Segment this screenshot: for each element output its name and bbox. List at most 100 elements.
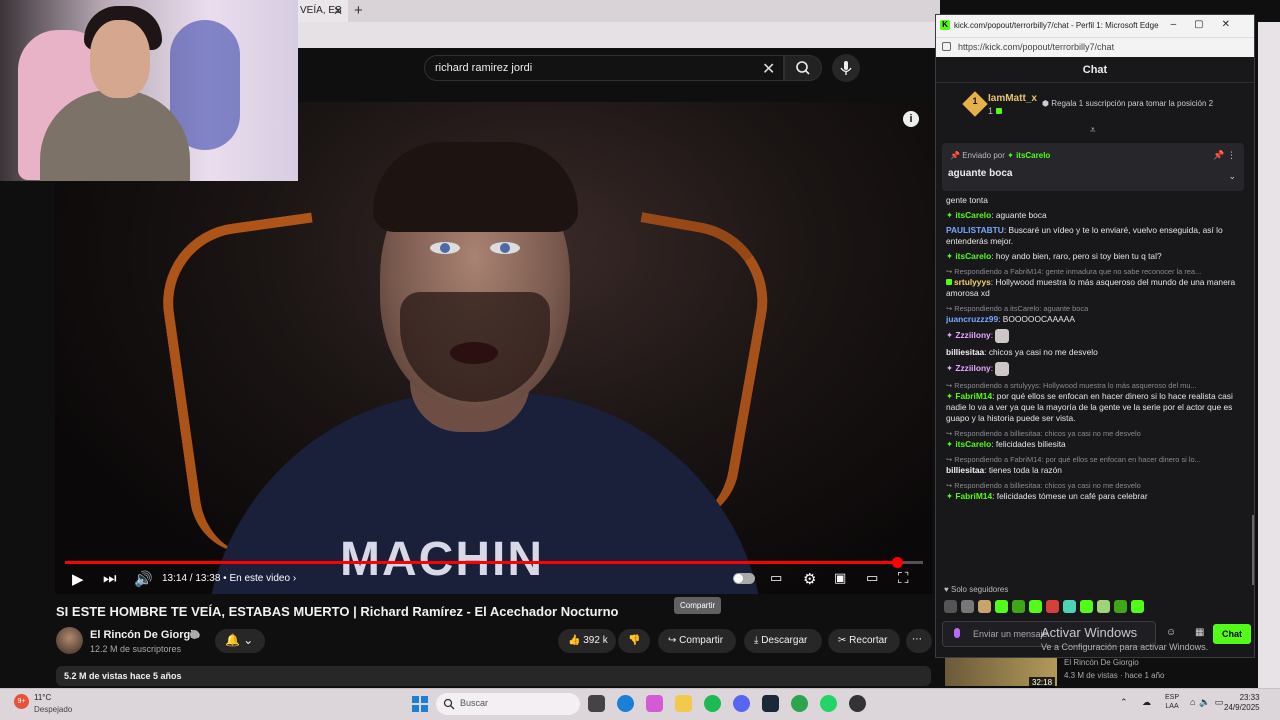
download-button[interactable]: ⤓ Descargar [744,629,822,653]
top-gifter-banner[interactable]: 1 IamMatt_x 1 ⬢ Regala 1 suscripción par… [936,85,1254,136]
like-button[interactable]: 👍 392 k [558,629,616,653]
emote-icon[interactable] [978,600,991,613]
chat-reply-context[interactable]: ↪ Respondiendo a itsCarelo: aguante boca [946,303,1244,314]
tab-close-icon[interactable]: ✕ [333,4,343,18]
chat-message[interactable]: ↪ Respondiendo a srtulyyys: Hollywood mu… [946,380,1244,424]
play-icon[interactable]: ▶ [72,570,84,588]
chat-message[interactable]: ↪ Respondiendo a FabriM14: gente inmadur… [946,266,1244,299]
dislike-button[interactable]: 👎 [618,629,650,653]
info-icon[interactable]: i [903,111,919,127]
whatsapp-icon[interactable] [820,695,837,712]
chat-message[interactable]: ✦ itsCarelo: hoy ando bien, raro, pero s… [946,251,1244,262]
search-input[interactable]: richard ramirez jordi [424,55,784,81]
steam-icon[interactable] [762,695,779,712]
emote-icon[interactable] [944,600,957,613]
emote-icon[interactable] [1131,600,1144,613]
video-time: 13:14 / 13:38 • En este video › [162,573,297,584]
video-progress-fill [65,561,898,564]
chat-reply-context[interactable]: ↪ Respondiendo a billiesitaa: chicos ya … [946,428,1244,439]
emote-icon[interactable] [995,600,1008,613]
input-language[interactable]: ESP LAA [1165,693,1179,711]
chat-message[interactable]: gente tonta [946,195,1244,206]
start-button[interactable] [412,696,428,712]
theater-mode-icon[interactable]: ▭ [866,570,878,586]
chat-username[interactable]: billiesitaa [946,465,984,475]
channel-name[interactable]: El Rincón De Giorgio [90,629,200,641]
spotify-icon[interactable] [704,695,721,712]
notifications-bell-button[interactable]: 🔔 ⌄ [215,629,265,653]
chat-username[interactable]: FabriM14 [955,491,992,501]
chat-message[interactable]: ↪ Respondiendo a billiesitaa: chicos ya … [946,480,1244,502]
collapse-icon[interactable]: ⩡ [1090,125,1096,136]
chat-username[interactable]: itsCarelo [955,439,991,449]
taskbar-clock[interactable]: 23:33 24/9/2025 [1224,693,1260,713]
search-button[interactable] [784,55,822,81]
discord-icon[interactable] [733,695,750,712]
video-progress-bar[interactable] [65,557,923,568]
system-tray-icons[interactable]: ⌃ ☁ [1120,697,1157,708]
chat-mic-icon[interactable] [954,628,960,638]
expand-chevron-icon[interactable]: ⌄ [1228,171,1236,182]
gift-subscription-cta[interactable]: ⬢ Regala 1 suscripción para tomar la pos… [1042,99,1213,108]
xbox-icon[interactable] [791,695,808,712]
emote-bar[interactable] [944,600,1244,614]
copilot-icon[interactable] [646,695,663,712]
chat-message[interactable]: billiesitaa: chicos ya casi no me desvel… [946,347,1244,358]
weather-icon[interactable]: 9+ [14,694,29,709]
chat-username[interactable]: Zzziilony [955,330,990,340]
settings-gear-icon[interactable]: ⚙ [803,570,816,588]
subtitles-icon[interactable]: ▭ [770,570,782,586]
chat-username[interactable]: srtulyyys [954,277,991,287]
chat-scrollbar[interactable] [1252,515,1254,585]
url-bar[interactable]: https://kick.com/popout/terrorbilly7/cha… [936,37,1254,57]
voice-search-button[interactable] [832,54,860,82]
chat-reply-context[interactable]: ↪ Respondiendo a FabriM14: por qué ellos… [946,454,1244,465]
chat-username[interactable]: itsCarelo [955,210,991,220]
emote-icon[interactable] [1029,600,1042,613]
clear-search-icon[interactable]: ✕ [762,59,775,79]
chat-message[interactable]: ↪ Respondiendo a itsCarelo: aguante boca… [946,303,1244,325]
chat-reply-context[interactable]: ↪ Respondiendo a srtulyyys: Hollywood mu… [946,380,1244,391]
task-view-icon[interactable] [588,695,605,712]
chat-message[interactable]: ✦ Zzziilony: [946,329,1244,343]
edge-browser-icon[interactable] [617,695,634,712]
volume-icon[interactable]: 🔊 [134,570,153,588]
chat-username[interactable]: billiesitaa [946,347,984,357]
chat-reply-context[interactable]: ↪ Respondiendo a FabriM14: gente inmadur… [946,266,1244,277]
chat-message[interactable]: ↪ Respondiendo a billiesitaa: chicos ya … [946,428,1244,450]
emote-icon[interactable] [1012,600,1025,613]
chat-message[interactable]: ✦ itsCarelo: aguante boca [946,210,1244,221]
emote-icon[interactable] [1114,600,1127,613]
clip-button[interactable]: ✂ Recortar [828,629,900,653]
chat-reply-context[interactable]: ↪ Respondiendo a billiesitaa: chicos ya … [946,480,1244,491]
new-tab-button[interactable]: + [354,2,363,19]
chat-message[interactable]: ↪ Respondiendo a FabriM14: por qué ellos… [946,454,1244,476]
send-chat-button[interactable]: Chat [1213,624,1251,644]
share-button[interactable]: ↪ Compartir [658,629,736,653]
chat-message[interactable]: ✦ Zzziilony: [946,362,1244,376]
emote-icon[interactable] [1063,600,1076,613]
autoplay-toggle[interactable] [733,573,755,584]
chat-username[interactable]: Zzziilony [955,363,990,373]
chat-username[interactable]: itsCarelo [955,251,991,261]
obs-icon[interactable] [849,695,866,712]
emote-icon[interactable] [1046,600,1059,613]
file-explorer-icon[interactable] [675,695,692,712]
chat-message[interactable]: PAULISTABTU: Buscaré un vídeo y te lo en… [946,225,1244,247]
network-volume-battery-icons[interactable]: ⌂🔈▭ [1190,697,1227,708]
more-actions-button[interactable]: ⋯ [906,629,932,653]
channel-avatar[interactable] [56,627,83,654]
miniplayer-icon[interactable]: ▣ [834,570,846,586]
emote-icon[interactable] [961,600,974,613]
emote-icon[interactable] [1080,600,1093,613]
window-controls[interactable]: –▢✕ [1171,19,1248,30]
chat-username[interactable]: PAULISTABTU [946,225,1004,235]
pin-options-icon[interactable]: 📌 ⋮ [1213,150,1236,161]
taskbar-search[interactable]: Buscar [436,693,580,715]
fullscreen-icon[interactable]: ⛶ [898,570,909,587]
chat-username[interactable]: juancruzzz99 [946,314,998,324]
emote-icon[interactable] [1097,600,1110,613]
next-icon[interactable]: ⏭ [103,570,117,587]
chat-username[interactable]: FabriM14 [955,391,992,401]
user-badge-icon: ✦ [946,251,956,261]
